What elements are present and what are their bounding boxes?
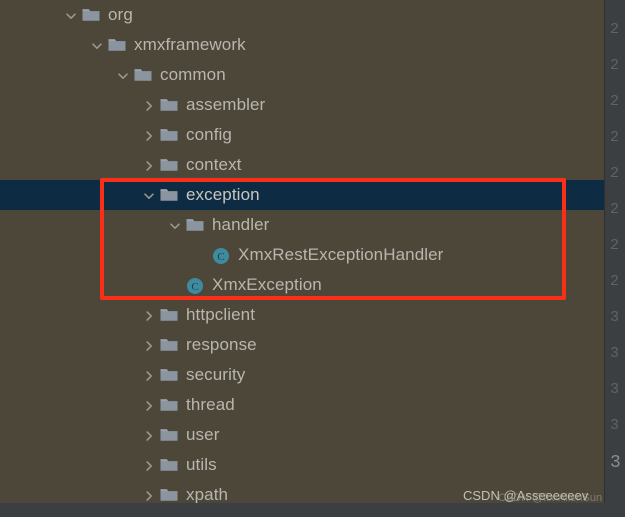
tree-row-label: context [186, 155, 242, 174]
class-icon: C [184, 270, 210, 300]
folder-icon [158, 480, 184, 503]
tree-row-handler[interactable]: handler [0, 210, 604, 240]
tree-row-org[interactable]: org [0, 0, 604, 30]
chevron-down-icon[interactable] [140, 180, 158, 210]
gutter-line-number: 2 [610, 165, 620, 182]
tree-row-label: user [186, 425, 220, 444]
tree-row-label: utils [186, 455, 217, 474]
chevron-right-icon[interactable] [140, 330, 158, 360]
folder-icon [158, 180, 184, 210]
gutter-divider [604, 0, 605, 503]
class-icon: C [210, 240, 236, 270]
tree-row-label: XmxException [212, 275, 322, 294]
chevron-down-icon[interactable] [88, 30, 106, 60]
folder-icon [132, 60, 158, 90]
folder-icon [184, 210, 210, 240]
tree-row-thread[interactable]: thread [0, 390, 604, 420]
gutter-line-number: 2 [610, 237, 620, 254]
chevron-down-icon[interactable] [114, 60, 132, 90]
gutter-line-number: 2 [610, 273, 620, 290]
tree-row-label: config [186, 125, 232, 144]
tree-row-label: common [160, 65, 226, 84]
folder-icon [158, 360, 184, 390]
chevron-right-icon[interactable] [140, 300, 158, 330]
gutter-line-number: 2 [610, 201, 620, 218]
chevron-right-icon[interactable] [140, 150, 158, 180]
tree-row-label: xpath [186, 485, 229, 503]
svg-text:C: C [217, 251, 224, 263]
tree-row-xmxframework[interactable]: xmxframework [0, 30, 604, 60]
folder-icon [80, 0, 106, 30]
tree-row-xmxexception[interactable]: C XmxException [0, 270, 604, 300]
project-tree[interactable]: org xmxframework common assembler config cont… [0, 0, 604, 503]
tree-row-assembler[interactable]: assembler [0, 90, 604, 120]
gutter-line-number: 3 [610, 381, 620, 398]
tree-row-label: thread [186, 395, 235, 414]
gutter-line-number: 2 [610, 129, 620, 146]
tree-row-label: handler [212, 215, 270, 234]
tree-row-security[interactable]: security [0, 360, 604, 390]
tree-row-config[interactable]: config [0, 120, 604, 150]
tree-row-common[interactable]: common [0, 60, 604, 90]
chevron-right-icon[interactable] [140, 480, 158, 503]
tree-row-label: org [108, 5, 133, 24]
folder-icon [158, 450, 184, 480]
folder-icon [158, 300, 184, 330]
tree-row-response[interactable]: response [0, 330, 604, 360]
tree-row-httpclient[interactable]: httpclient [0, 300, 604, 330]
tree-row-utils[interactable]: utils [0, 450, 604, 480]
folder-icon [158, 120, 184, 150]
tree-row-context[interactable]: context [0, 150, 604, 180]
tree-row-label: response [186, 335, 257, 354]
tree-row-label: xmxframework [134, 35, 246, 54]
gutter-line-number: 2 [610, 93, 620, 110]
folder-icon [158, 420, 184, 450]
tree-row-label: httpclient [186, 305, 256, 324]
chevron-right-icon[interactable] [140, 390, 158, 420]
tree-row-label: exception [186, 185, 260, 204]
editor-gutter-strip: 2 2 2 2 2 2 2 2 3 3 3 3 3 [604, 0, 625, 503]
tree-row-user[interactable]: user [0, 420, 604, 450]
chevron-right-icon[interactable] [140, 90, 158, 120]
gutter-line-number: 3 [610, 417, 620, 434]
chevron-right-icon[interactable] [140, 420, 158, 450]
folder-icon [158, 90, 184, 120]
gutter-line-number: 3 [610, 345, 620, 362]
tree-row-xpath[interactable]: xpath [0, 480, 604, 503]
tree-row-xmxrestexceptionhandler[interactable]: C XmxRestExceptionHandler [0, 240, 604, 270]
tree-row-label: security [186, 365, 246, 384]
gutter-line-number: 2 [610, 57, 620, 74]
ide-project-panel: org xmxframework common assembler config cont… [0, 0, 625, 517]
tree-row-label: assembler [186, 95, 266, 114]
chevron-right-icon[interactable] [140, 360, 158, 390]
folder-icon [158, 150, 184, 180]
folder-icon [106, 30, 132, 60]
folder-icon [158, 390, 184, 420]
tree-row-label: XmxRestExceptionHandler [238, 245, 444, 264]
gutter-line-number: 3 [610, 309, 620, 326]
folder-icon [158, 330, 184, 360]
tree-row-exception[interactable]: exception [0, 180, 604, 210]
chevron-right-icon[interactable] [140, 450, 158, 480]
chevron-down-icon[interactable] [166, 210, 184, 240]
gutter-line-number: 2 [610, 21, 620, 38]
chevron-right-icon[interactable] [140, 120, 158, 150]
svg-text:C: C [191, 281, 198, 293]
bottom-status-bar [0, 503, 625, 517]
chevron-down-icon[interactable] [62, 0, 80, 30]
gutter-line-number: 3 [610, 453, 621, 473]
